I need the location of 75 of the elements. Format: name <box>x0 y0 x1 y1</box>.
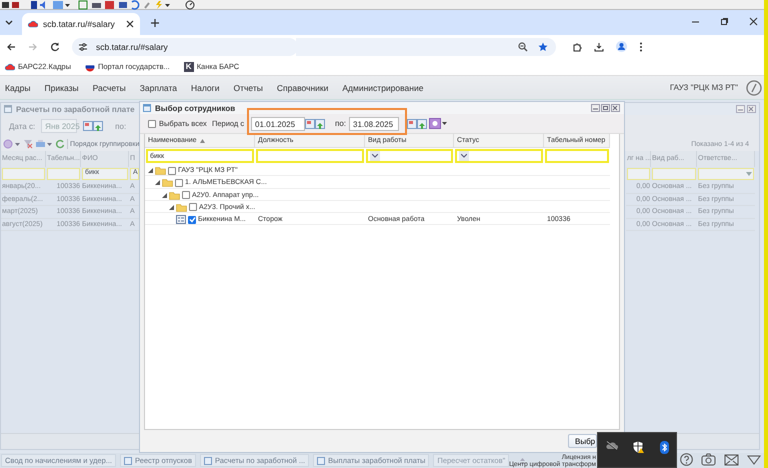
filter-field[interactable] <box>366 149 453 163</box>
menu-item[interactable]: Зарплата <box>136 80 180 94</box>
menu-item[interactable]: Отчеты <box>230 80 266 94</box>
expander-icon[interactable] <box>155 180 160 186</box>
mail-icon[interactable] <box>724 453 739 466</box>
filter-field[interactable] <box>47 168 80 180</box>
field-label: по: <box>115 122 126 130</box>
browser-tab[interactable]: scb.tatar.ru/#salary <box>22 13 140 35</box>
calendar-buttons-icon[interactable] <box>305 118 325 130</box>
reload-icon[interactable] <box>50 42 60 52</box>
window-icon <box>143 104 151 112</box>
field-label: Дата с: <box>9 122 36 130</box>
calendar-buttons-icon[interactable] <box>83 120 104 132</box>
menu-item[interactable]: Кадры <box>2 80 34 94</box>
menu-item[interactable]: Справочники <box>274 80 332 94</box>
cloud-icon <box>5 62 15 70</box>
printer-icon[interactable] <box>35 139 53 149</box>
checkbox[interactable] <box>168 166 176 174</box>
menu-item[interactable]: Администрирование <box>339 80 426 94</box>
checkbox[interactable] <box>175 178 183 187</box>
checkbox[interactable] <box>189 203 197 212</box>
restore-icon[interactable] <box>720 17 729 26</box>
menu-item[interactable]: Налоги <box>188 80 222 94</box>
avatar-icon[interactable] <box>616 41 627 52</box>
expander-icon[interactable] <box>162 192 167 198</box>
menu-item[interactable]: Расчеты <box>90 80 129 94</box>
filter-field[interactable] <box>545 149 609 163</box>
close-icon[interactable] <box>749 17 758 26</box>
collapse-icon[interactable] <box>747 453 761 466</box>
expander-icon[interactable] <box>148 168 153 173</box>
date-field[interactable]: 31.08.2025 <box>349 116 399 130</box>
checkbox[interactable] <box>188 216 196 224</box>
select-button[interactable]: Выбр <box>568 434 597 448</box>
filter-field[interactable] <box>2 168 45 180</box>
folder-icon <box>176 202 187 212</box>
download-icon[interactable] <box>594 42 604 52</box>
menu-item[interactable]: Приказы <box>41 80 82 94</box>
back-icon[interactable] <box>6 42 16 52</box>
window-controls-icon[interactable] <box>736 105 756 113</box>
filter-field[interactable] <box>698 168 754 180</box>
expander-icon[interactable] <box>169 204 174 210</box>
address-field[interactable]: scb.tatar.ru/#salary <box>72 38 298 56</box>
date-field[interactable]: 01.01.2025 <box>251 116 305 130</box>
tune-icon[interactable] <box>78 42 88 50</box>
shield-warning-icon[interactable] <box>632 441 644 453</box>
bluetooth-icon[interactable] <box>660 441 668 454</box>
cloud-off-icon[interactable] <box>606 441 618 450</box>
menu-icon[interactable] <box>639 42 643 52</box>
checkbox[interactable] <box>148 120 156 128</box>
checkbox[interactable] <box>182 191 190 200</box>
window-controls-icon[interactable] <box>591 104 621 112</box>
new-tab-icon[interactable] <box>150 18 160 28</box>
compass-icon[interactable] <box>746 80 762 96</box>
filter-field[interactable] <box>627 168 650 180</box>
help-icon[interactable] <box>680 453 693 466</box>
logo-icon: K <box>184 62 194 72</box>
zoom-icon[interactable] <box>518 42 528 52</box>
extensions-icon[interactable] <box>572 42 582 52</box>
filter-field[interactable] <box>455 149 543 163</box>
folder-icon <box>162 178 173 188</box>
chevron-down-icon[interactable] <box>4 18 14 28</box>
organization-label: ГАУЗ "РЦК МЗ РТ" <box>670 83 738 92</box>
filter-field[interactable] <box>256 149 364 163</box>
close-icon[interactable] <box>126 20 134 28</box>
window-title: Расчеты по заработной плате <box>16 104 135 114</box>
folder-icon <box>155 166 166 175</box>
filter-field[interactable] <box>652 168 696 180</box>
check-icon <box>188 216 196 224</box>
clear-filter-icon[interactable] <box>23 139 33 149</box>
camera-icon[interactable] <box>701 453 716 466</box>
cloud-icon <box>28 20 38 28</box>
folder-icon <box>169 190 180 200</box>
star-icon[interactable] <box>538 42 548 52</box>
field-label: по: <box>335 119 347 128</box>
dialog-title: Выбор сотрудников <box>155 104 236 112</box>
